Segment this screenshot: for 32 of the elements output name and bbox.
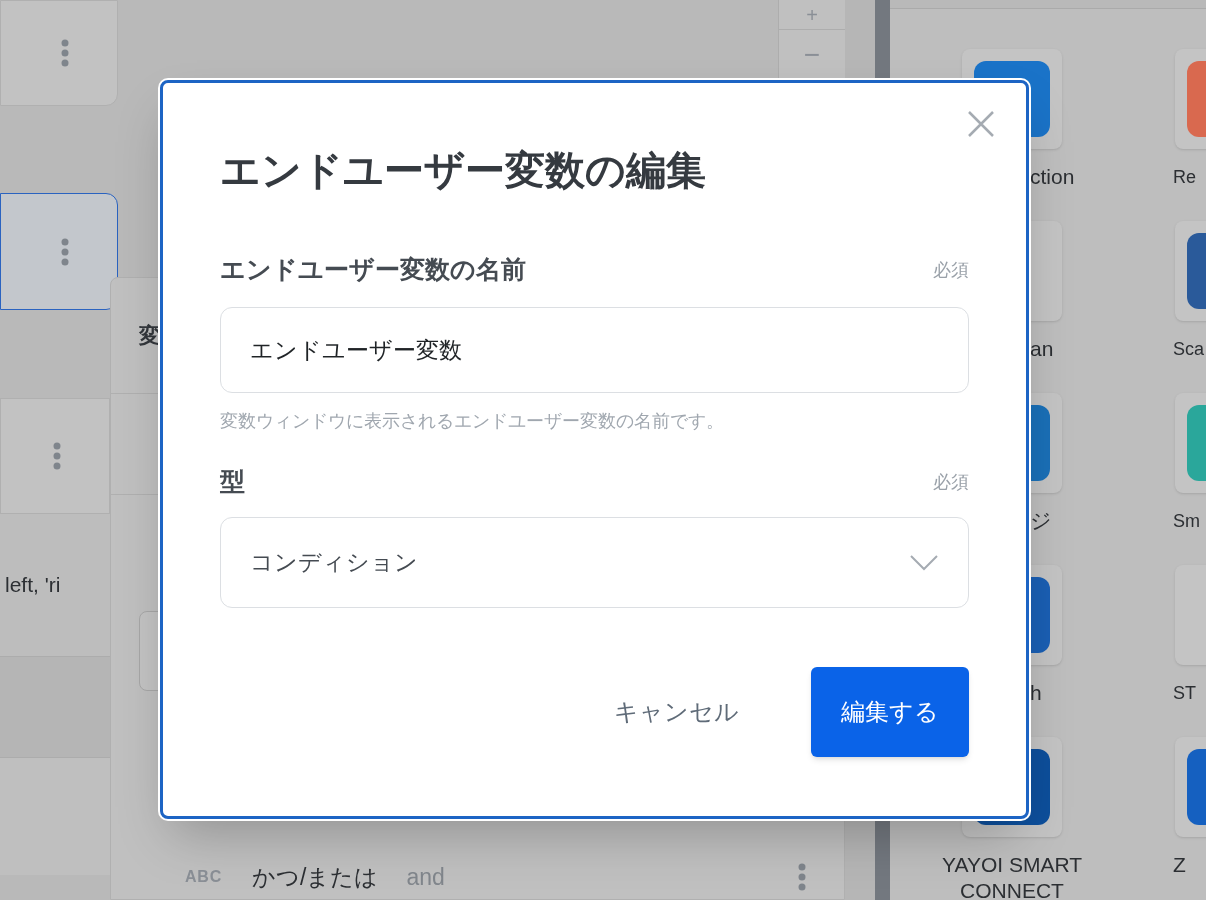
type-dropdown[interactable]: コンディション [220, 517, 969, 608]
chevron-down-icon [910, 554, 938, 571]
app-label: YAYOI SMART CONNECT [942, 853, 1082, 900]
edit-button[interactable]: 編集する [811, 667, 969, 757]
more-options-icon[interactable] [61, 39, 69, 67]
app-label: an [1030, 337, 1054, 360]
app-label: h [1030, 681, 1042, 704]
app-label: Sm [1173, 511, 1200, 531]
variable-name: かつ/または [252, 862, 379, 892]
app-label: ction [1030, 165, 1075, 188]
field-label: エンドユーザー変数の名前 [220, 254, 526, 286]
close-button[interactable] [966, 109, 996, 139]
app-label: Z [1173, 853, 1186, 876]
help-text: 変数ウィンドウに表示されるエンドユーザー変数の名前です。 [220, 410, 725, 433]
field-label: 型 [220, 466, 245, 498]
app-label: Re [1173, 167, 1196, 187]
app-label: ジ [1030, 509, 1052, 532]
list-card[interactable] [0, 193, 118, 310]
variable-value: and [406, 862, 445, 892]
cancel-button[interactable]: キャンセル [596, 667, 756, 757]
app-label: ST [1173, 683, 1196, 703]
more-options-icon[interactable] [798, 863, 806, 891]
code-text: left, 'ri [5, 572, 61, 599]
list-row[interactable]: left, 'ri [0, 514, 110, 656]
dialog-title: エンドユーザー変数の編集 [220, 147, 707, 194]
more-options-icon[interactable] [53, 442, 61, 470]
required-label: 必須 [933, 258, 969, 282]
app-label: Sca [1173, 339, 1205, 359]
name-input-field[interactable]: エンドユーザー変数 [220, 307, 969, 393]
close-icon [966, 109, 996, 139]
required-label: 必須 [933, 470, 969, 494]
more-options-icon[interactable] [61, 237, 69, 266]
